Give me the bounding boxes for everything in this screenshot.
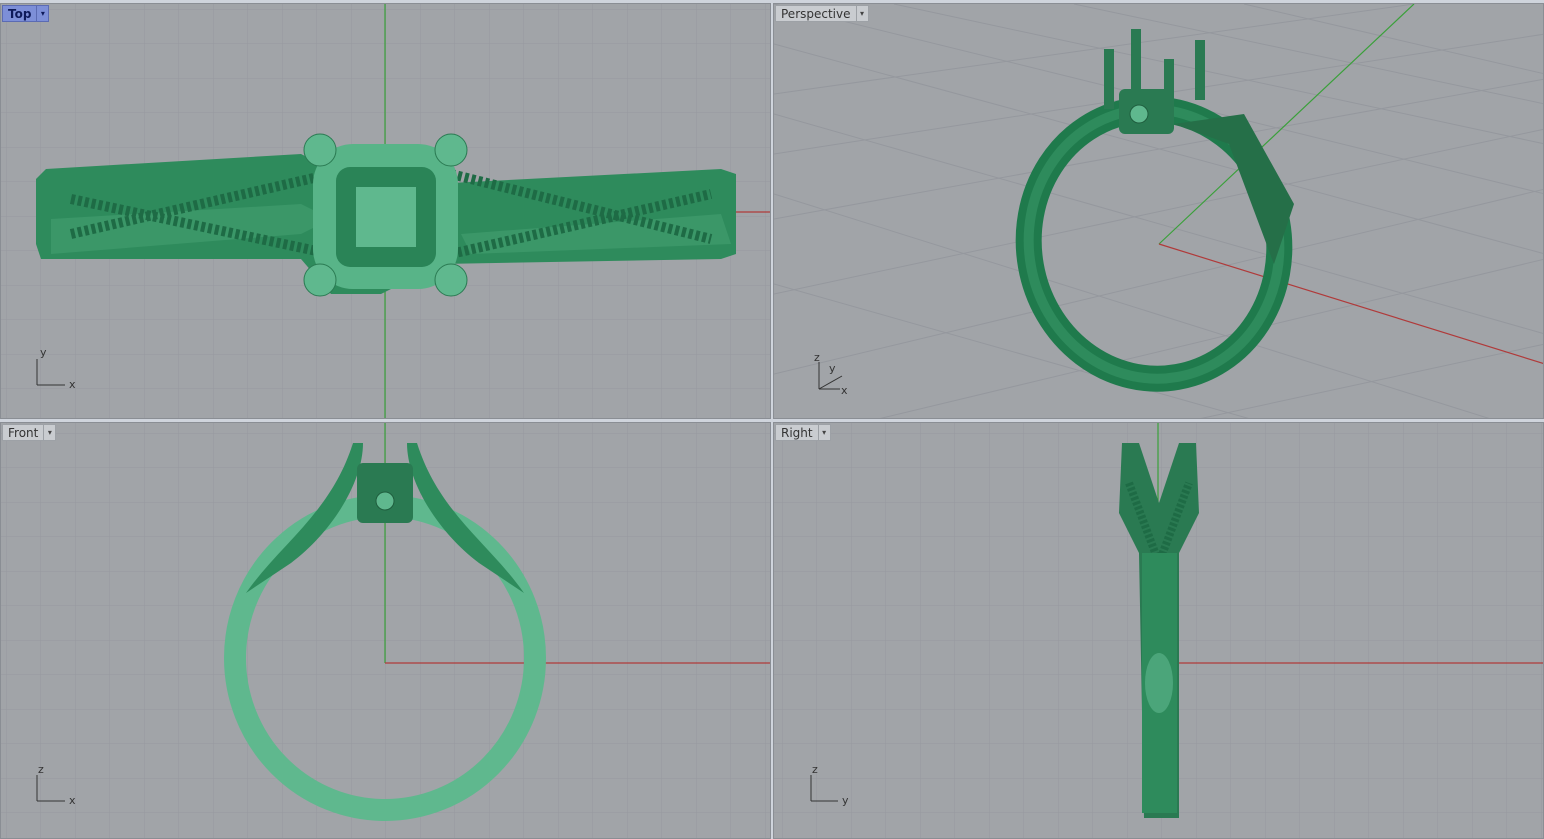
front-grid: z x xyxy=(1,423,770,838)
svg-text:z: z xyxy=(812,763,818,776)
viewport-perspective[interactable]: z y x Perspective ▾ xyxy=(773,3,1544,419)
svg-text:x: x xyxy=(69,794,76,807)
viewport-label-perspective[interactable]: Perspective ▾ xyxy=(775,5,869,22)
svg-text:y: y xyxy=(829,362,836,375)
chevron-down-icon[interactable]: ▾ xyxy=(43,424,57,441)
svg-text:z: z xyxy=(814,351,820,364)
viewport-title[interactable]: Front xyxy=(2,424,44,441)
x-axis-line xyxy=(1158,243,1543,365)
viewport-label-front[interactable]: Front ▾ xyxy=(2,424,57,441)
viewport-label-top[interactable]: Top ▾ xyxy=(2,5,50,22)
viewport-front[interactable]: z x Front ▾ xyxy=(0,422,771,839)
right-grid: z y xyxy=(774,423,1543,838)
svg-text:y: y xyxy=(40,346,47,359)
svg-text:y: y xyxy=(842,794,849,807)
viewport-label-right[interactable]: Right ▾ xyxy=(775,424,831,441)
chevron-down-icon[interactable]: ▾ xyxy=(36,5,50,22)
svg-text:x: x xyxy=(69,378,76,391)
viewport-top[interactable]: y x Top ▾ xyxy=(0,3,771,419)
viewport-title[interactable]: Right xyxy=(775,424,818,441)
viewport-title[interactable]: Top xyxy=(2,5,37,22)
chevron-down-icon[interactable]: ▾ xyxy=(817,424,831,441)
svg-text:x: x xyxy=(841,384,848,397)
chevron-down-icon[interactable]: ▾ xyxy=(855,5,869,22)
viewport-right[interactable]: z y Right ▾ xyxy=(773,422,1544,839)
perspective-grid: z y x xyxy=(774,4,1543,418)
ring-perspective-view xyxy=(1015,29,1294,392)
top-grid: y x xyxy=(1,4,770,418)
svg-text:z: z xyxy=(38,763,44,776)
viewport-title[interactable]: Perspective xyxy=(775,5,856,22)
